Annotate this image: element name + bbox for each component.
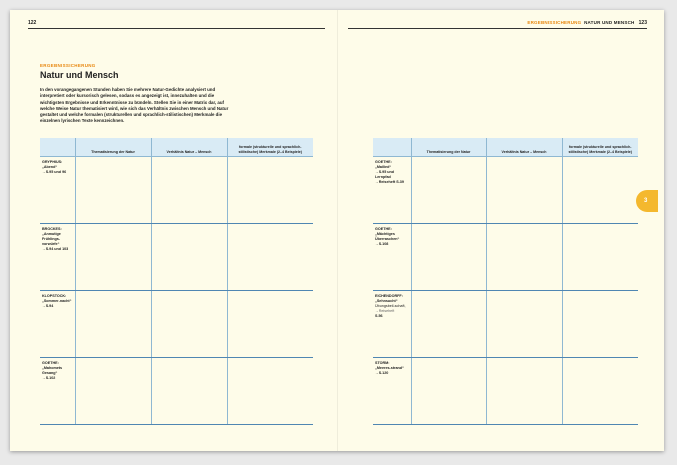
header-chapter: NATUR UND MENSCH [584,20,635,25]
poem-label: STORM: „Meeres-strand“ →S.120 [375,361,409,376]
left-table-header-row: Thematisierung der Natur Verhältnis Natu… [40,138,313,157]
poem-reference: →S.108 [375,242,389,246]
poem-label: GOETHE: „Mächtiges Überraschen“ →S.108 [375,227,409,247]
poem-title: „Mächtiges Überraschen“ [375,232,400,241]
poem-reference: →S.120 [375,371,389,375]
poem-label: GOETHE: „Mahomets Gesang“ →S.102 [42,361,73,381]
answer-cell-relation[interactable] [150,156,227,224]
poem-cell: BROCKES: „Anmutige Frühlings-vorwürfe“ →S.… [40,223,75,291]
answer-cell-formal[interactable] [561,156,638,224]
column-header-formal: formale (strukturelle und sprachlich-sti… [561,138,638,157]
table-row: GOETHE: „Mailied“ →S.95 und Lernpfad →Reis… [373,156,638,224]
answer-cell-formal[interactable] [226,290,313,358]
table-row: STORM: „Meeres-strand“ →S.120 [373,357,638,425]
poem-cell: GOETHE: „Mahomets Gesang“ →S.102 [40,357,75,425]
poem-reference: →S.102 [42,376,56,380]
intro-text: In den vorangegangenen Stunden haben Sie… [40,87,229,124]
answer-cell-relation[interactable] [485,357,562,425]
answer-cell-theme[interactable] [74,357,151,425]
poem-title: „Anmutige Frühlings-vorwürfe“ [42,232,61,246]
answer-cell-theme[interactable] [410,156,486,224]
poem-label: GOETHE: „Mailied“ →S.95 und Lernpfad →Reis… [375,160,409,185]
answer-cell-relation[interactable] [485,223,562,291]
poem-reference: S.56 [375,314,383,318]
poem-cell: KLOPSTOCK: „Sommer-nacht“ →S.94 [40,290,75,358]
answer-cell-formal[interactable] [561,290,638,358]
poem-label: BROCKES: „Anmutige Frühlings-vorwürfe“ →S.… [42,227,73,252]
left-matrix-table: Thematisierung der Natur Verhältnis Natu… [40,138,313,425]
table-row: EICHENDORFF: „Sehnsucht“ Übungsbeil-schaft… [373,290,638,358]
poem-reference: →S.94 und 103 [42,247,69,251]
poem-cell: GOETHE: „Mächtiges Überraschen“ →S.108 [373,223,411,291]
column-header-theme: Thematisierung der Natur [74,138,151,157]
page-title: Natur und Mensch [40,70,119,80]
poem-label: KLOPSTOCK: „Sommer-nacht“ →S.94 [42,294,73,309]
answer-cell-relation[interactable] [485,290,562,358]
answer-cell-relation[interactable] [150,357,227,425]
poem-label: EICHENDORFF: „Sehnsucht“ Übungsbeil-schaft… [375,294,409,319]
poem-reference: →S.94 [42,304,54,308]
answer-cell-relation[interactable] [485,156,562,224]
answer-cell-theme[interactable] [410,357,486,425]
answer-cell-formal[interactable] [226,223,313,291]
poem-cell: GRYPHIUS: „Abend“ →S.95 und 96 [40,156,75,224]
answer-cell-theme[interactable] [74,290,151,358]
answer-cell-theme[interactable] [410,223,486,291]
left-header-rule [28,28,325,29]
section-kicker: ERGEBNISSICHERUNG [40,63,96,68]
answer-cell-formal[interactable] [561,223,638,291]
answer-cell-relation[interactable] [150,290,227,358]
poem-cell: GOETHE: „Mailied“ →S.95 und Lernpfad →Reis… [373,156,411,224]
table-row: GOETHE: „Mahomets Gesang“ →S.102 [40,357,313,425]
column-header-relation: Verhältnis Natur – Mensch [485,138,562,157]
right-matrix-table: Thematisierung der Natur Verhältnis Natu… [373,138,638,425]
column-header-work [40,138,75,157]
book-spread: 122 ERGEBNISSICHERUNG NATUR UND MENSCH 1… [10,10,664,451]
answer-cell-formal[interactable] [226,156,313,224]
table-row: GOETHE: „Mächtiges Überraschen“ →S.108 [373,223,638,291]
poem-label: GRYPHIUS: „Abend“ →S.95 und 96 [42,160,73,175]
poem-reference: →S.95 und 96 [42,170,67,174]
right-header-rule [348,28,647,29]
column-header-relation: Verhältnis Natur – Mensch [150,138,227,157]
header-section: ERGEBNISSICHERUNG [527,20,582,25]
column-header-formal: formale (strukturelle und sprachlich-sti… [226,138,313,157]
answer-cell-theme[interactable] [74,156,151,224]
right-page-number: 123 [638,20,647,26]
answer-cell-relation[interactable] [150,223,227,291]
left-page-header: 122 [28,18,36,28]
table-row: GRYPHIUS: „Abend“ →S.95 und 96 [40,156,313,224]
answer-cell-theme[interactable] [410,290,486,358]
poem-cell: STORM: „Meeres-strand“ →S.120 [373,357,411,425]
poem-reference: →S.95 und Lernpfad →Reiseheft S.39 [375,170,404,184]
left-page-number: 122 [28,20,37,26]
column-header-theme: Thematisierung der Natur [410,138,486,157]
column-header-work [373,138,411,157]
spine [337,10,338,451]
chapter-tab-badge[interactable]: 3 [636,190,658,212]
answer-cell-formal[interactable] [226,357,313,425]
right-page-header: ERGEBNISSICHERUNG NATUR UND MENSCH 123 [500,18,647,28]
table-row: BROCKES: „Anmutige Frühlings-vorwürfe“ →S.… [40,223,313,291]
table-row: KLOPSTOCK: „Sommer-nacht“ →S.94 [40,290,313,358]
answer-cell-formal[interactable] [561,357,638,425]
poem-title: „Mahomets Gesang“ [42,366,63,375]
answer-cell-theme[interactable] [74,223,151,291]
poem-cell: EICHENDORFF: „Sehnsucht“ Übungsbeil-schaft… [373,290,411,358]
right-table-header-row: Thematisierung der Natur Verhältnis Natu… [373,138,638,157]
